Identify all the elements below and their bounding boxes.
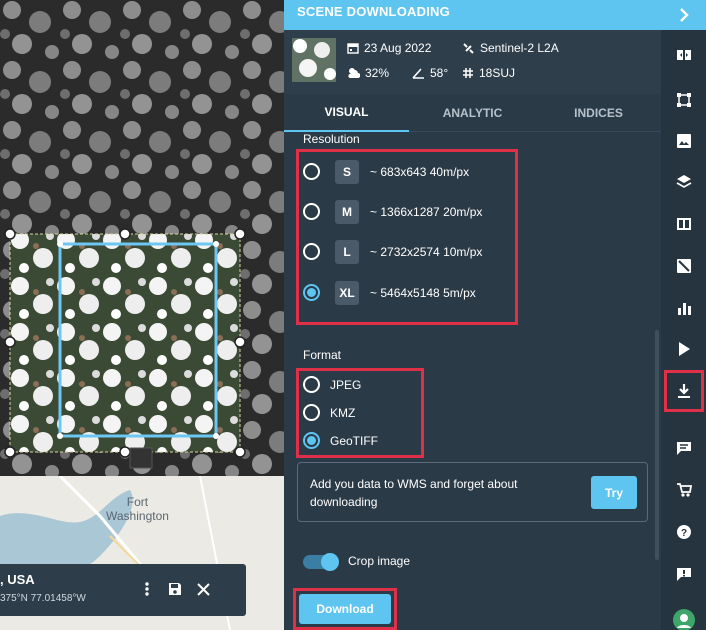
- scene-tile: 18SUJ: [462, 66, 515, 80]
- tab-analytic[interactable]: ANALYTIC: [409, 94, 536, 132]
- scene-sun-angle: 58°: [412, 66, 448, 80]
- format-kmz-text: KMZ: [330, 406, 356, 420]
- resolution-m-badge: M: [335, 200, 359, 224]
- close-icon[interactable]: [192, 578, 214, 600]
- compare-icon[interactable]: [670, 41, 698, 69]
- scene-satellite: Sentinel-2 L2A: [462, 41, 559, 55]
- panel-scrollbar[interactable]: [655, 330, 659, 560]
- angle-icon: [412, 68, 424, 79]
- scene-cloud-cover: 32%: [347, 66, 389, 80]
- crop-image-toggle[interactable]: [303, 553, 339, 571]
- format-geotiff-radio[interactable]: [303, 432, 320, 449]
- format-kmz-radio[interactable]: [303, 404, 320, 421]
- format-jpeg-radio[interactable]: [303, 376, 320, 393]
- resolution-l-badge: L: [335, 240, 359, 264]
- right-toolbar: ?: [661, 0, 706, 630]
- resolution-label: Resolution: [303, 132, 360, 146]
- cart-icon[interactable]: [670, 476, 698, 504]
- user-icon[interactable]: [670, 606, 698, 630]
- resolution-l-radio[interactable]: [303, 243, 320, 260]
- grid-icon: [463, 68, 473, 78]
- panel-content: Resolution S ~ 683x643 40m/px M ~ 1366x1…: [284, 132, 661, 630]
- chevron-right-icon: [679, 8, 689, 22]
- feedback-icon[interactable]: [670, 560, 698, 588]
- wms-promo-box: Add you data to WMS and forget about dow…: [297, 462, 648, 522]
- play-icon[interactable]: [670, 335, 698, 363]
- location-info-box: , USA 375°N 77.01458°W: [0, 564, 246, 616]
- location-coords: 375°N 77.01458°W: [0, 593, 86, 604]
- crop-image-label: Crop image: [348, 554, 411, 568]
- wms-promo-text: Add you data to WMS and forget about dow…: [310, 477, 518, 509]
- split-icon[interactable]: [670, 210, 698, 238]
- help-icon[interactable]: ?: [670, 518, 698, 546]
- tab-indices[interactable]: INDICES: [536, 94, 661, 132]
- calendar-icon: [347, 43, 359, 54]
- satellite-icon: [463, 42, 474, 54]
- resolution-m-radio[interactable]: [303, 203, 320, 220]
- resolution-xl-badge: XL: [335, 281, 359, 305]
- layers-icon[interactable]: [670, 168, 698, 196]
- scene-thumbnail: [292, 38, 336, 82]
- download-button[interactable]: Download: [299, 594, 391, 624]
- try-wms-button[interactable]: Try: [591, 476, 637, 509]
- scene-download-panel: SCENE DOWNLOADING 23 Aug 2022 Sentinel-2…: [284, 0, 661, 630]
- svg-text:?: ?: [681, 528, 687, 539]
- resolution-xl-text: ~ 5464x5148 5m/px: [370, 286, 476, 300]
- scene-date: 23 Aug 2022: [347, 41, 431, 55]
- more-options-icon[interactable]: [136, 578, 158, 600]
- resolution-l-text: ~ 2732x2574 10m/px: [370, 245, 483, 259]
- resolution-s-radio[interactable]: [303, 163, 320, 180]
- cloud-sun-icon: [348, 68, 360, 78]
- save-icon[interactable]: [164, 578, 186, 600]
- mask-icon[interactable]: [670, 252, 698, 280]
- tab-visual[interactable]: VISUAL: [284, 94, 409, 132]
- map-view[interactable]: Fort Washington , USA 375°N 77.01458°W: [0, 0, 284, 630]
- map-label-fort: Fort Washington: [106, 495, 169, 523]
- panel-header: SCENE DOWNLOADING: [284, 0, 661, 30]
- chat-icon[interactable]: [670, 434, 698, 462]
- location-name: , USA: [0, 572, 35, 587]
- download-icon-highlight: [664, 370, 704, 412]
- format-jpeg-text: JPEG: [330, 378, 362, 392]
- format-geotiff-text: GeoTIFF: [330, 434, 379, 448]
- scene-meta: 23 Aug 2022 Sentinel-2 L2A 32% 58° 18SUJ: [284, 30, 661, 94]
- resolution-s-badge: S: [335, 160, 359, 184]
- download-tabs: VISUAL ANALYTIC INDICES: [284, 94, 661, 132]
- format-label: Format: [303, 348, 342, 362]
- satellite-imagery: [0, 0, 284, 476]
- polygon-icon[interactable]: [670, 86, 698, 114]
- resolution-s-text: ~ 683x643 40m/px: [370, 165, 470, 179]
- chart-icon[interactable]: [670, 294, 698, 322]
- image-icon[interactable]: [670, 127, 698, 155]
- resolution-m-text: ~ 1366x1287 20m/px: [370, 205, 483, 219]
- collapse-panel-button[interactable]: [661, 0, 706, 30]
- panel-title: SCENE DOWNLOADING: [297, 4, 450, 19]
- resolution-xl-radio[interactable]: [303, 284, 320, 301]
